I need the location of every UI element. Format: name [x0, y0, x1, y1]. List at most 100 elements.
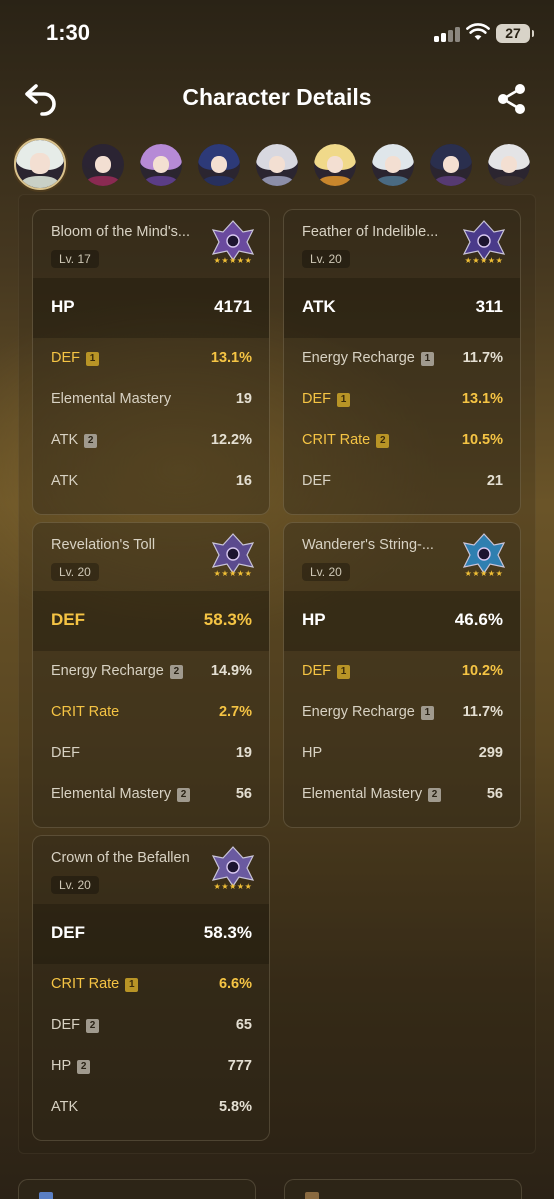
substat-name: CRIT Rate — [51, 704, 120, 720]
avatar-face — [94, 155, 112, 174]
substat-name: CRIT Rate — [51, 976, 120, 992]
substat-row: Elemental Mastery 2 56 — [33, 774, 269, 815]
character-avatar-4[interactable] — [198, 144, 240, 186]
substat-value: 16 — [235, 473, 252, 489]
character-avatar-3[interactable] — [140, 144, 182, 186]
substat-name-wrap: DEF — [51, 745, 80, 761]
artifact-card[interactable]: Feather of Indelible... Lv. 20 ★★★★★ ATK 311… — [283, 209, 521, 515]
substat-value: 6.6% — [218, 976, 252, 992]
rarity-stars: ★★★★★ — [213, 256, 253, 265]
substat-row: CRIT Rate 2 10.5% — [284, 420, 520, 461]
artifact-name: Bloom of the Mind's... — [51, 224, 190, 240]
status-bar: 1:30 27 — [0, 0, 554, 68]
roll-count-badge: 2 — [177, 788, 191, 802]
main-stat-value: 4171 — [214, 297, 252, 316]
substat-row: DEF 1 10.2% — [284, 651, 520, 692]
roll-count-badge: 1 — [86, 352, 99, 366]
avatar-face — [30, 153, 50, 174]
rarity-stars: ★★★★★ — [213, 569, 253, 578]
character-avatar-8[interactable] — [430, 144, 472, 186]
main-stat-row: HP 4171 — [33, 278, 269, 338]
avatar-body — [435, 175, 467, 186]
avatar-body — [377, 175, 409, 186]
character-avatar-5[interactable] — [256, 144, 298, 186]
roll-count-badge: 2 — [86, 1019, 99, 1033]
artifact-level-badge: Lv. 17 — [51, 250, 99, 268]
main-stat-name: DEF — [51, 923, 85, 942]
app-header: Character Details — [0, 76, 554, 122]
artifact-card[interactable]: Wanderer's String-... Lv. 20 ★★★★★ HP 46.6% D… — [283, 522, 521, 828]
artifact-level-badge: Lv. 20 — [51, 563, 99, 581]
substat-row: DEF 2 65 — [33, 1005, 269, 1046]
main-stat-row: HP 46.6% — [284, 591, 520, 651]
substat-value: 10.2% — [461, 663, 503, 679]
substat-value: 12.2% — [210, 432, 252, 448]
wifi-icon — [466, 23, 490, 40]
substat-value: 65 — [235, 1017, 252, 1033]
main-stat-value: 46.6% — [454, 610, 503, 629]
character-avatar-1[interactable] — [14, 138, 66, 190]
artifact-name: Crown of the Befallen — [51, 850, 190, 866]
avatar-face — [384, 155, 402, 174]
substat-name: Energy Recharge — [51, 663, 164, 679]
substat-name: ATK — [51, 432, 79, 448]
avatar-face — [326, 155, 344, 174]
roll-count-badge: 2 — [376, 434, 390, 448]
substat-name-wrap: Elemental Mastery — [51, 391, 171, 407]
substat-name-wrap: DEF 1 — [302, 663, 350, 679]
roll-count-badge: 2 — [77, 1060, 91, 1074]
substat-row: Energy Recharge 1 11.7% — [284, 692, 520, 733]
substat-name-wrap: ATK 2 — [51, 432, 98, 448]
main-stat-value: 58.3% — [203, 610, 252, 629]
substat-name: Energy Recharge — [302, 350, 415, 366]
substat-name: Energy Recharge — [302, 704, 415, 720]
substat-name: DEF — [302, 473, 331, 489]
avatar-face — [268, 155, 286, 174]
avatar-face — [442, 155, 460, 174]
roll-count-badge: 2 — [84, 434, 98, 448]
roll-count-badge: 1 — [337, 393, 350, 407]
main-stat-row: DEF 58.3% — [33, 904, 269, 964]
substat-row: HP 299 — [284, 733, 520, 774]
roll-count-badge: 1 — [420, 352, 434, 366]
roll-count-badge: 1 — [337, 665, 350, 679]
character-avatar-6[interactable] — [314, 144, 356, 186]
artifact-card[interactable]: Crown of the Befallen Lv. 20 ★★★★★ DEF 58.3%… — [32, 835, 270, 1141]
avatar-face — [210, 155, 228, 174]
substat-row: HP 2 777 — [33, 1046, 269, 1087]
substat-row: Elemental Mastery 19 — [33, 379, 269, 420]
character-avatar-2[interactable] — [82, 144, 124, 186]
character-avatar-7[interactable] — [372, 144, 414, 186]
artifact-card[interactable]: Bloom of the Mind's... Lv. 17 ★★★★★ HP 4171 D… — [32, 209, 270, 515]
substat-value: 21 — [486, 473, 503, 489]
substat-name-wrap: HP — [302, 745, 322, 761]
substat-value: 5.8% — [218, 1099, 252, 1115]
substat-name: CRIT Rate — [302, 432, 371, 448]
character-avatar-9[interactable] — [488, 144, 530, 186]
substat-value: 10.5% — [461, 432, 503, 448]
artifact-card[interactable]: Revelation's Toll Lv. 20 ★★★★★ DEF 58.3% Ener… — [32, 522, 270, 828]
share-icon[interactable] — [494, 82, 530, 116]
substat-name: DEF — [51, 350, 80, 366]
artifact-header: Feather of Indelible... Lv. 20 ★★★★★ — [284, 210, 520, 278]
substat-value: 19 — [235, 745, 252, 761]
artifact-level-badge: Lv. 20 — [302, 250, 350, 268]
substat-row: DEF 21 — [284, 461, 520, 502]
substat-name-wrap: Elemental Mastery 2 — [51, 786, 191, 802]
substat-name-wrap: CRIT Rate — [51, 704, 119, 720]
rarity-stars: ★★★★★ — [464, 569, 504, 578]
substat-row: ATK 5.8% — [33, 1087, 269, 1128]
main-stat-row: ATK 311 — [284, 278, 520, 338]
main-stat-value: 58.3% — [203, 923, 252, 942]
substat-name-wrap: HP 2 — [51, 1058, 91, 1074]
artifact-name: Wanderer's String-... — [302, 537, 434, 553]
substat-name-wrap: Energy Recharge 1 — [302, 350, 434, 366]
bottom-card-left[interactable] — [18, 1179, 256, 1199]
substat-name-wrap: DEF 2 — [51, 1017, 99, 1033]
bottom-card-right[interactable] — [284, 1179, 522, 1199]
avatar-body — [145, 175, 177, 186]
substat-name: DEF — [302, 663, 331, 679]
substat-name-wrap: Elemental Mastery 2 — [302, 786, 442, 802]
roll-count-badge: 1 — [125, 978, 139, 992]
document-icon — [39, 1192, 53, 1199]
